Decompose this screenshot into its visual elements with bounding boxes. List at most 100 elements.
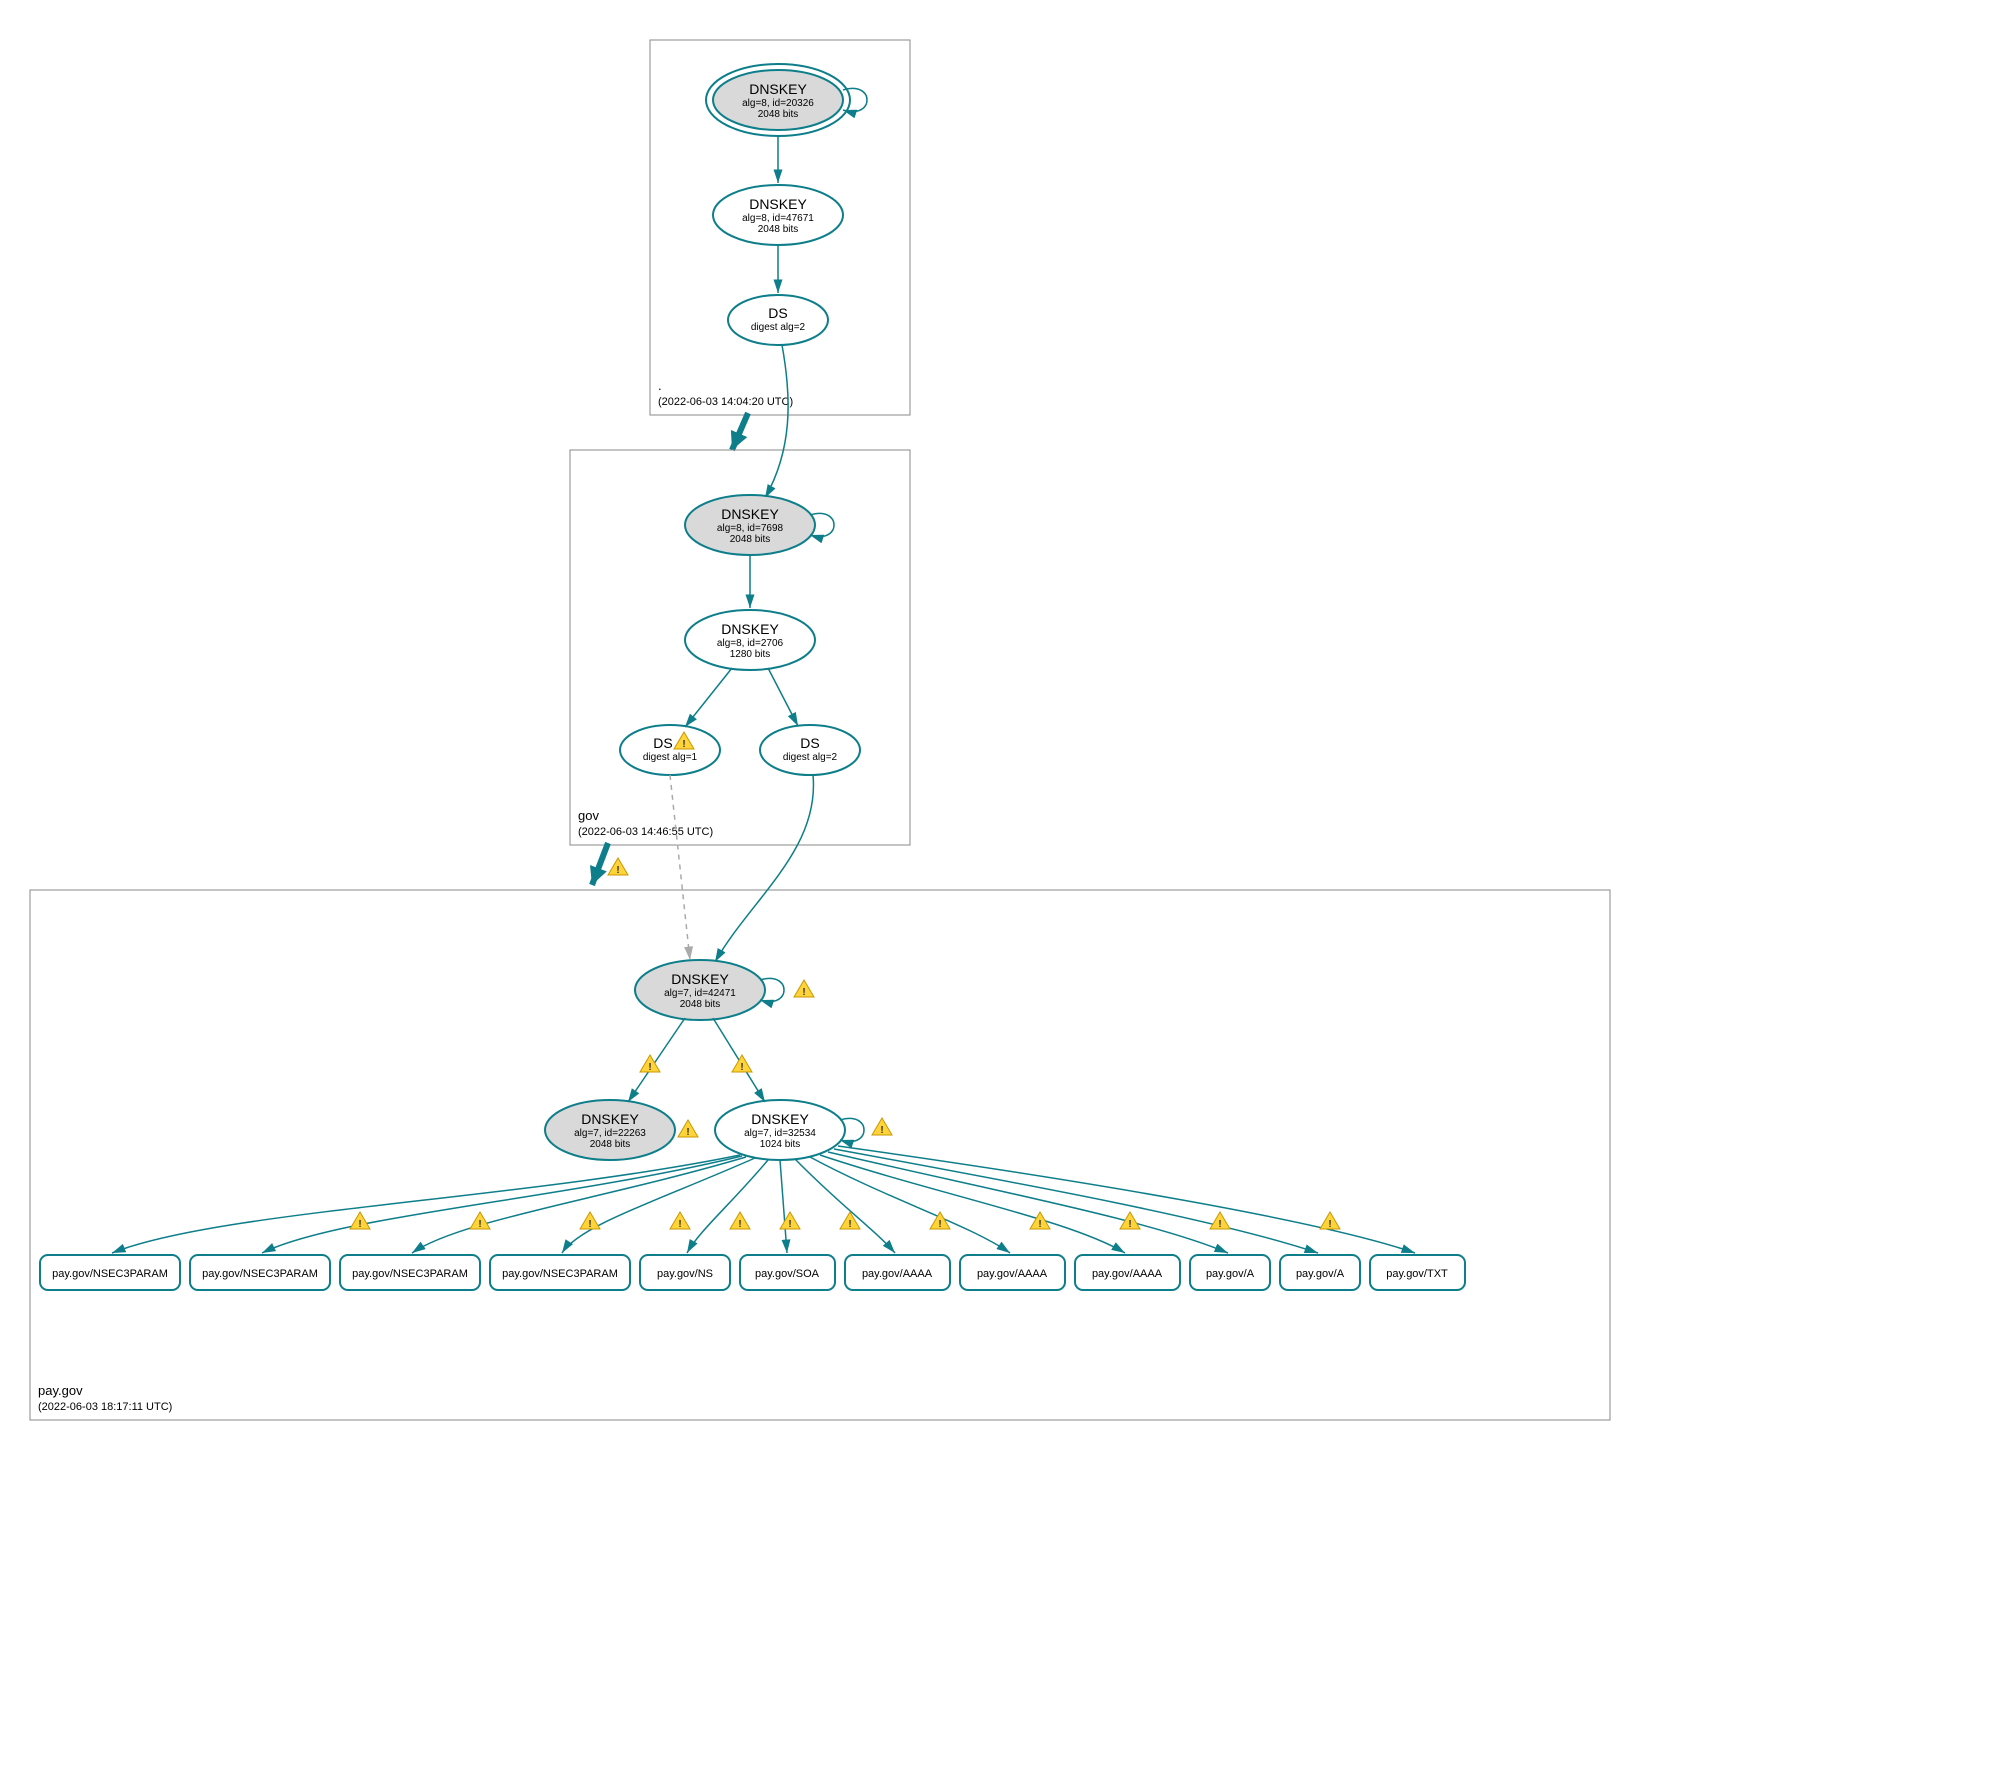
svg-text:alg=8, id=20326: alg=8, id=20326 [742,98,814,109]
svg-text:DS: DS [800,735,819,751]
record-r1: pay.gov/NSEC3PARAM [190,1255,330,1290]
edge-zsk-r9 [828,1152,1228,1253]
zone-root-label: . [658,378,662,393]
svg-text:DNSKEY: DNSKEY [581,1111,639,1127]
svg-text:!: ! [788,1219,791,1230]
record-r9: pay.gov/A [1190,1255,1270,1290]
svg-text:!: ! [938,1219,941,1230]
zone-root-time: (2022-06-03 14:04:20 UTC) [658,396,793,408]
svg-text:pay.gov/A: pay.gov/A [1206,1268,1255,1280]
dnssec-diagram: . (2022-06-03 14:04:20 UTC) DNSKEY alg=8… [20,20,1620,1440]
node-pay-zsk: DNSKEY alg=7, id=32534 1024 bits [715,1100,845,1160]
svg-text:digest alg=1: digest alg=1 [643,752,698,763]
warn-icon: ! [840,1212,860,1230]
zone-gov-label: gov [578,808,599,823]
edge-zsk-r10 [834,1149,1318,1253]
warn-icon: ! [730,1212,750,1230]
warn-icon: ! [640,1055,660,1073]
warn-icon: ! [350,1212,370,1230]
svg-text:DNSKEY: DNSKEY [749,81,807,97]
edge-ds2-payksk [715,775,813,962]
warn-icon: ! [794,980,814,998]
edge-self-root-ksk [843,88,867,111]
svg-text:!: ! [1128,1219,1131,1230]
record-r0: pay.gov/NSEC3PARAM [40,1255,180,1290]
record-row: pay.gov/NSEC3PARAM pay.gov/NSEC3PARAM pa… [40,1255,1465,1290]
svg-text:!: ! [740,1062,743,1073]
record-r6: pay.gov/AAAA [845,1255,950,1290]
svg-text:!: ! [478,1219,481,1230]
record-r2: pay.gov/NSEC3PARAM [340,1255,480,1290]
node-pay-ksk: DNSKEY alg=7, id=42471 2048 bits [635,960,765,1020]
edge-root-to-gov-zone [732,413,748,450]
svg-text:!: ! [1328,1219,1331,1230]
edge-govzsk-ds2 [768,668,798,726]
svg-text:2048 bits: 2048 bits [758,109,799,120]
svg-text:2048 bits: 2048 bits [730,534,771,545]
zone-gov-time: (2022-06-03 14:46:55 UTC) [578,826,713,838]
node-root-ds: DS digest alg=2 [728,295,828,345]
record-r5: pay.gov/SOA [740,1255,835,1290]
svg-text:alg=7, id=42471: alg=7, id=42471 [664,988,736,999]
record-r8: pay.gov/AAAA [1075,1255,1180,1290]
svg-text:digest alg=2: digest alg=2 [783,752,838,763]
svg-text:DNSKEY: DNSKEY [721,621,779,637]
svg-text:1024 bits: 1024 bits [760,1139,801,1150]
warn-icon: ! [470,1212,490,1230]
svg-text:DS: DS [653,735,672,751]
svg-text:DS: DS [768,305,787,321]
svg-text:alg=7, id=32534: alg=7, id=32534 [744,1128,816,1139]
record-r3: pay.gov/NSEC3PARAM [490,1255,630,1290]
svg-text:DNSKEY: DNSKEY [749,196,807,212]
edge-gov-to-paygov-zone [592,843,608,885]
svg-text:pay.gov/NSEC3PARAM: pay.gov/NSEC3PARAM [352,1268,468,1280]
svg-text:!: ! [648,1062,651,1073]
record-r11: pay.gov/TXT [1370,1255,1465,1290]
record-r4: pay.gov/NS [640,1255,730,1290]
svg-text:!: ! [588,1219,591,1230]
svg-text:DNSKEY: DNSKEY [671,971,729,987]
svg-text:!: ! [686,1127,689,1138]
svg-text:pay.gov/TXT: pay.gov/TXT [1386,1268,1448,1280]
svg-text:alg=7, id=22263: alg=7, id=22263 [574,1128,646,1139]
svg-text:alg=8, id=7698: alg=8, id=7698 [717,523,784,534]
edge-rootds-govksk [765,345,788,498]
warn-icon: ! [678,1120,698,1138]
warn-icon: ! [1320,1212,1340,1230]
svg-text:digest alg=2: digest alg=2 [751,322,806,333]
node-root-ksk: DNSKEY alg=8, id=20326 2048 bits [706,64,850,136]
edge-zsk-r8 [820,1155,1125,1253]
svg-text:!: ! [678,1219,681,1230]
svg-text:2048 bits: 2048 bits [590,1139,631,1150]
warn-icon: ! [732,1055,752,1073]
node-pay-k2: DNSKEY alg=7, id=22263 2048 bits [545,1100,675,1160]
svg-text:!: ! [682,739,685,750]
svg-text:!: ! [358,1219,361,1230]
node-root-zsk: DNSKEY alg=8, id=47671 2048 bits [713,185,843,245]
svg-text:pay.gov/A: pay.gov/A [1296,1268,1345,1280]
node-gov-ds1: DS digest alg=1 [620,725,720,775]
zone-paygov-label: pay.gov [38,1383,83,1398]
warn-icon: ! [780,1212,800,1230]
svg-text:pay.gov/SOA: pay.gov/SOA [755,1268,820,1280]
svg-text:!: ! [802,987,805,998]
svg-text:pay.gov/AAAA: pay.gov/AAAA [862,1268,933,1280]
warn-icon: ! [1210,1212,1230,1230]
svg-text:DNSKEY: DNSKEY [751,1111,809,1127]
svg-text:2048 bits: 2048 bits [680,999,721,1010]
edge-zsk-r11 [838,1146,1415,1253]
warn-icon: ! [580,1212,600,1230]
edge-payksk-k2 [628,1018,685,1102]
svg-text:pay.gov/AAAA: pay.gov/AAAA [1092,1268,1163,1280]
warn-icon: ! [1120,1212,1140,1230]
record-r7: pay.gov/AAAA [960,1255,1065,1290]
warn-icon: ! [670,1212,690,1230]
edge-zsk-r5 [780,1160,787,1253]
svg-text:DNSKEY: DNSKEY [721,506,779,522]
node-gov-ksk: DNSKEY alg=8, id=7698 2048 bits [685,495,815,555]
svg-text:alg=8, id=2706: alg=8, id=2706 [717,638,784,649]
svg-text:alg=8, id=47671: alg=8, id=47671 [742,213,814,224]
svg-text:!: ! [880,1125,883,1136]
svg-text:1280 bits: 1280 bits [730,649,771,660]
svg-text:2048 bits: 2048 bits [758,224,799,235]
